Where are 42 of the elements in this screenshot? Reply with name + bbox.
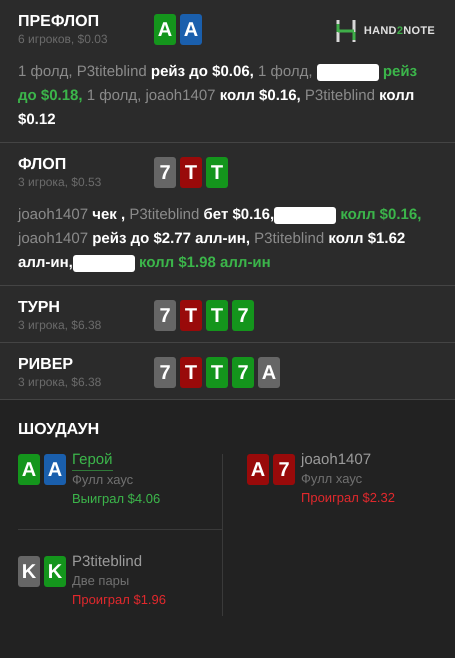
playing-card: A [44, 454, 66, 485]
street-title: ТУРН [18, 298, 61, 318]
street-subtitle: 3 игрока, $6.38 [18, 375, 102, 389]
playing-card: A [247, 454, 269, 485]
player-name: Герой [72, 450, 113, 471]
playing-card: T [180, 157, 202, 188]
playing-card: T [206, 157, 228, 188]
player-name: joaoh1407 [301, 450, 372, 470]
playing-card: 7 [154, 357, 176, 388]
result-text: Проиграл $2.32 [301, 489, 395, 507]
showdown-title: ШОУДАУН [18, 420, 100, 440]
result-text: Проиграл $1.96 [72, 591, 166, 609]
hand-rank: Две пары [72, 572, 130, 590]
street-subtitle: 3 игрока, $6.38 [18, 318, 102, 332]
playing-card: A [154, 14, 176, 45]
player-name: P3titeblind [72, 552, 142, 572]
street-title: РИВЕР [18, 355, 74, 375]
playing-card: T [180, 357, 202, 388]
playing-card: K [18, 556, 40, 587]
action-log: 1 фолд, P3titeblind рейз до $0.06, 1 фолд, рейз до $0.18, 1 фолд, joaoh1407 колл $0.16, P3titeblind колл $0.12 [18, 62, 418, 130]
result-text: Выиграл $4.06 [72, 490, 160, 508]
street-subtitle: 6 игроков, $0.03 [18, 32, 109, 46]
street-subtitle: 3 игрока, $0.53 [18, 175, 102, 189]
hand-rank: Фулл хаус [72, 471, 134, 489]
logo-text: HAND2NOTE [364, 24, 435, 39]
street-title: ПРЕФЛОП [18, 12, 100, 32]
playing-card: A [18, 454, 40, 485]
street-title: ФЛОП [18, 155, 68, 175]
hand-rank: Фулл хаус [301, 470, 364, 488]
playing-card: A [180, 14, 202, 45]
playing-card: T [206, 300, 228, 331]
playing-card: T [180, 300, 202, 331]
playing-card: 7 [154, 300, 176, 331]
action-log: joaoh1407 чек , P3titeblind бет $0.16, колл $0.16, joaoh1407 рейз до $2.77 алл-ин, P3titeblind колл $1.62 алл-ин, колл $1.98 алл-ин [18, 205, 422, 274]
playing-card: 7 [154, 157, 176, 188]
logo-icon [336, 20, 356, 42]
playing-card: T [206, 357, 228, 388]
playing-card: 7 [232, 300, 254, 331]
playing-card: K [44, 556, 66, 587]
playing-card: A [258, 357, 280, 388]
playing-card: 7 [273, 454, 295, 485]
playing-card: 7 [232, 357, 254, 388]
